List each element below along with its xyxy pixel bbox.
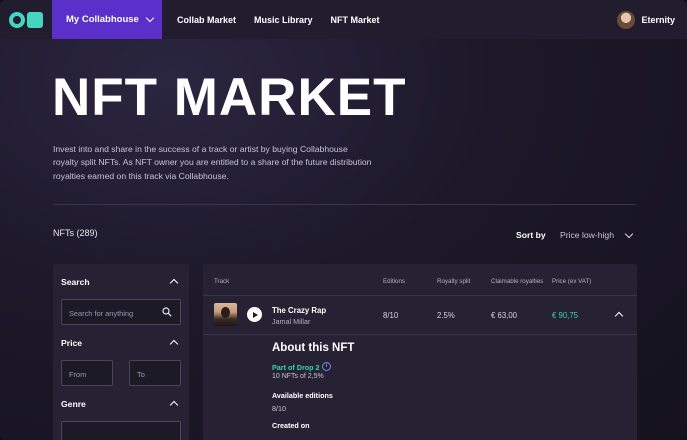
avatar [617, 10, 636, 29]
nav-link-collab-market[interactable]: Collab Market [177, 15, 236, 25]
chevron-up-icon[interactable] [169, 339, 179, 349]
user-menu[interactable]: Eternity [617, 10, 675, 29]
my-collabhouse-label: My Collabhouse [66, 14, 139, 25]
collabhouse-logo-icon [9, 11, 43, 28]
header-price[interactable]: Price (ex VAT) [552, 278, 591, 285]
page-description: Invest into and share in the success of … [53, 144, 372, 181]
price-to-input[interactable]: To [129, 360, 181, 386]
to-placeholder: To [137, 370, 145, 379]
top-nav: My Collabhouse Collab Market Music Libra… [0, 0, 687, 39]
drop-link[interactable]: Part of Drop 2 [272, 363, 320, 372]
divider [203, 334, 637, 335]
chevron-up-icon[interactable] [614, 311, 624, 321]
drop-subtitle: 10 NFTs of 2,5% [272, 373, 324, 380]
nav-links: Collab Market Music Library NFT Market [177, 15, 380, 25]
available-editions-value: 8/10 [272, 404, 286, 413]
play-icon [252, 311, 258, 318]
claimable-royalties-value: € 63,00 [491, 311, 518, 320]
created-on-label: Created on [272, 421, 310, 430]
chevron-down-icon[interactable] [624, 229, 634, 239]
chevron-up-icon[interactable] [169, 278, 179, 288]
filter-panel: Search Search for anything Price From To… [53, 264, 189, 440]
track-title[interactable]: The Crazy Rap [272, 306, 326, 315]
editions-value: 8/10 [383, 311, 399, 320]
nav-link-nft-market[interactable]: NFT Market [331, 15, 380, 25]
nft-table: Track Editions Royalty split Claimable r… [203, 264, 637, 440]
divider [203, 295, 637, 296]
logo[interactable] [0, 0, 52, 39]
royalty-split-value: 2.5% [437, 311, 455, 320]
user-name: Eternity [641, 14, 675, 25]
search-icon[interactable] [162, 307, 172, 317]
genre-select[interactable] [61, 421, 181, 440]
chevron-down-icon [145, 13, 155, 23]
header-claimable-royalties[interactable]: Claimable royalties [491, 278, 543, 285]
price-value: € 90,75 [552, 311, 579, 320]
header-editions[interactable]: Editions [383, 278, 405, 285]
header-royalty-split[interactable]: Royalty split [437, 278, 470, 285]
price-from-input[interactable]: From [61, 360, 113, 386]
price-heading: Price [61, 338, 83, 348]
search-placeholder: Search for anything [69, 309, 134, 318]
from-placeholder: From [69, 370, 87, 379]
page-title: NFT MARKET [52, 68, 407, 127]
divider [53, 204, 636, 205]
sort-select[interactable]: Price low-high [560, 230, 614, 240]
track-artwork [214, 303, 237, 326]
available-editions-label: Available editions [272, 391, 333, 400]
page: My Collabhouse Collab Market Music Libra… [0, 0, 687, 440]
header-track[interactable]: Track [214, 278, 229, 285]
search-heading: Search [61, 277, 90, 287]
track-artist[interactable]: Jamal Millar [272, 317, 310, 326]
nft-count: NFTs (289) [53, 228, 98, 238]
my-collabhouse-dropdown[interactable]: My Collabhouse [52, 0, 162, 39]
genre-heading: Genre [61, 399, 86, 409]
play-button[interactable] [247, 307, 262, 322]
chevron-up-icon[interactable] [169, 400, 179, 410]
info-icon[interactable]: i [322, 362, 331, 371]
search-input[interactable]: Search for anything [61, 299, 181, 325]
sort-by-label: Sort by [516, 230, 546, 240]
about-nft-title: About this NFT [272, 342, 355, 354]
nav-link-music-library[interactable]: Music Library [254, 15, 313, 25]
